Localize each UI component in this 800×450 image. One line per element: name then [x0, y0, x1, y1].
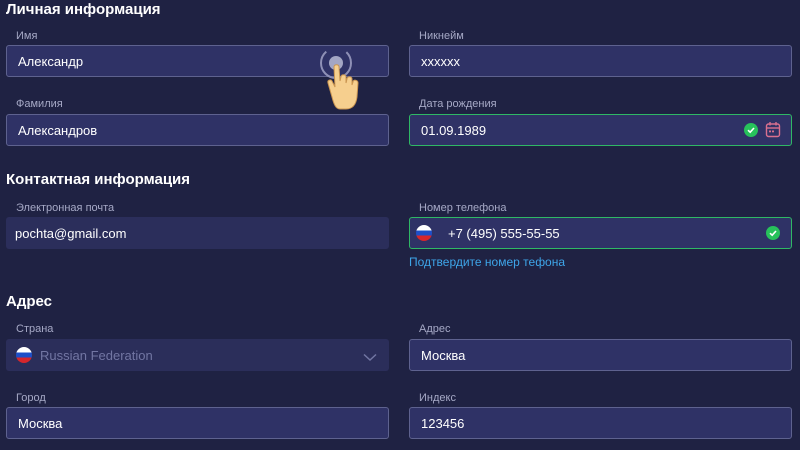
- russia-flag-icon: [416, 225, 432, 241]
- first-name-label: Имя: [16, 30, 38, 42]
- last-name-label: Фамилия: [16, 98, 63, 110]
- last-name-input[interactable]: Александров: [6, 114, 389, 146]
- last-name-value: Александров: [18, 122, 98, 138]
- email-label: Электронная почта: [16, 202, 115, 214]
- country-label: Страна: [16, 323, 54, 335]
- zip-input[interactable]: 123456: [409, 407, 792, 439]
- nickname-input[interactable]: xxxxxx: [409, 45, 792, 77]
- city-label: Город: [16, 392, 46, 404]
- calendar-icon[interactable]: [765, 121, 781, 141]
- russia-flag-icon: [16, 347, 32, 363]
- section-title-contact: Контактная информация: [6, 171, 191, 188]
- street-input[interactable]: Москва: [409, 339, 792, 371]
- city-input[interactable]: Москва: [6, 407, 389, 439]
- phone-label: Номер телефона: [419, 202, 507, 214]
- email-input[interactable]: pochta@gmail.com: [6, 217, 389, 249]
- nickname-value: xxxxxx: [421, 53, 460, 69]
- check-circle-icon: [766, 226, 780, 240]
- confirm-phone-link[interactable]: Подтвердите номер тефона: [409, 255, 565, 269]
- birth-date-value: 01.09.1989: [421, 122, 487, 138]
- country-value: Russian Federation: [40, 347, 153, 363]
- first-name-value: Александр: [18, 53, 84, 69]
- nickname-label: Никнейм: [419, 30, 464, 42]
- phone-input[interactable]: +7 (495) 555-55-55: [409, 217, 792, 249]
- city-value: Москва: [18, 415, 63, 431]
- zip-value: 123456: [421, 415, 465, 431]
- country-select[interactable]: Russian Federation: [6, 339, 389, 371]
- check-circle-icon: [744, 123, 758, 137]
- birth-date-input[interactable]: 01.09.1989: [409, 114, 792, 146]
- first-name-input[interactable]: Александр: [6, 45, 389, 77]
- birth-date-label: Дата рождения: [419, 98, 497, 110]
- zip-label: Индекс: [419, 392, 456, 404]
- phone-value: +7 (495) 555-55-55: [448, 225, 560, 241]
- chevron-down-icon[interactable]: [363, 350, 377, 365]
- street-value: Москва: [421, 347, 466, 363]
- street-label: Адрес: [419, 323, 451, 335]
- email-value: pochta@gmail.com: [15, 225, 127, 241]
- section-title-personal: Личная информация: [6, 1, 161, 18]
- section-title-address: Адрес: [6, 293, 53, 310]
